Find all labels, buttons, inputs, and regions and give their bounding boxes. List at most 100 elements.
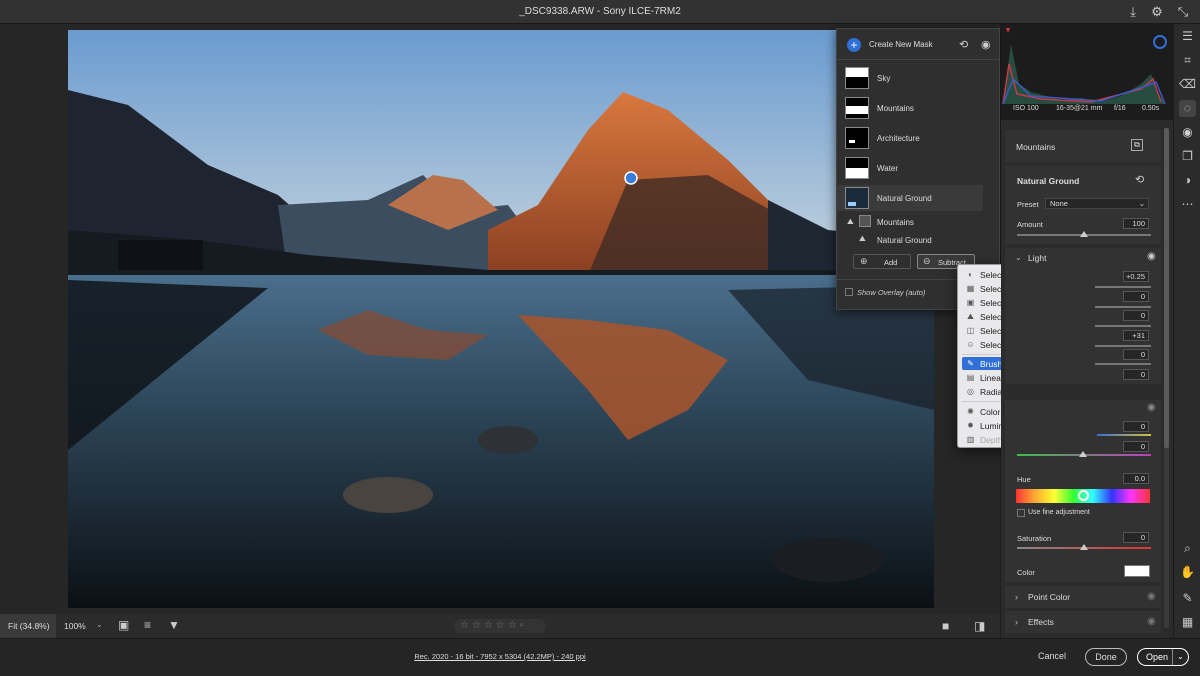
hue-bar[interactable]: [1016, 489, 1150, 503]
fit-zoom-button[interactable]: Fit (34.8%): [0, 614, 56, 638]
photo-preview[interactable]: [68, 30, 934, 608]
color-range-icon: ✺: [967, 407, 974, 416]
filter-icon[interactable]: ▼: [168, 618, 180, 632]
add-icon: ⊕: [860, 256, 868, 266]
saturation-knob[interactable]: [1080, 544, 1088, 550]
tint-value[interactable]: 0: [1123, 441, 1149, 452]
compare-icon[interactable]: ◨: [974, 619, 985, 633]
color-label: Color: [1017, 568, 1035, 577]
heal-icon[interactable]: ⌫: [1179, 76, 1196, 93]
light-header[interactable]: Light: [1028, 253, 1046, 263]
amount-label: Amount: [1017, 220, 1043, 229]
grid-icon[interactable]: ▦: [1179, 614, 1196, 631]
workflow-options-link[interactable]: Rec. 2020 - 16 bit - 7952 x 5304 (42.2MP…: [0, 652, 1000, 661]
highlights-value[interactable]: 0: [1123, 310, 1149, 321]
chevron-down-icon[interactable]: ⌄: [1015, 253, 1022, 262]
mask-thumbnail: [845, 187, 869, 209]
presets-icon[interactable]: ◑: [1179, 172, 1196, 189]
rating-stars[interactable]: ☆☆☆☆☆▫: [454, 619, 546, 633]
chevron-down-icon[interactable]: ⌄: [96, 620, 103, 629]
amount-knob[interactable]: [1080, 231, 1088, 237]
people-icon: ☺: [966, 340, 975, 349]
whites-value[interactable]: 0: [1123, 349, 1149, 360]
eye-icon[interactable]: ◉: [1147, 616, 1156, 627]
exposure-value[interactable]: +0.25: [1123, 271, 1149, 282]
sort-icon[interactable]: ≡: [144, 618, 151, 632]
sub-mask-natural-ground[interactable]: Natural Ground: [877, 236, 932, 245]
contrast-slider[interactable]: [1095, 306, 1151, 308]
hue-value[interactable]: 0.0: [1123, 473, 1149, 484]
open-button[interactable]: Open ⌄: [1137, 648, 1189, 666]
cancel-button[interactable]: Cancel: [1030, 648, 1074, 666]
mask-item-architecture[interactable]: Architecture: [845, 125, 920, 151]
component-settings: Natural Ground ⟲ Preset None ⌄ Amount 10…: [1005, 166, 1161, 244]
save-icon[interactable]: ⤓: [1125, 4, 1141, 20]
temp-slider[interactable]: [1097, 434, 1151, 436]
whites-slider[interactable]: [1095, 363, 1151, 365]
mask-item-water[interactable]: Water: [845, 155, 898, 181]
eye-icon[interactable]: ◉: [981, 38, 991, 51]
masking-icon[interactable]: ◌: [1179, 100, 1196, 117]
collapse-icon[interactable]: ⤡: [1175, 4, 1191, 20]
color-swatch[interactable]: [1124, 565, 1150, 577]
amount-value[interactable]: 100: [1123, 218, 1149, 229]
mask-label: Water: [877, 163, 899, 173]
zoom-100-button[interactable]: 100%: [64, 621, 86, 631]
fine-adjust-checkbox[interactable]: [1017, 509, 1025, 517]
zoom-icon[interactable]: ⌕: [1179, 540, 1196, 557]
highlights-slider[interactable]: [1095, 325, 1151, 327]
mask-item-mountains[interactable]: Mountains: [845, 95, 914, 121]
hand-icon[interactable]: ✋: [1179, 564, 1196, 581]
done-button[interactable]: Done: [1085, 648, 1127, 666]
show-overlay-checkbox[interactable]: [845, 288, 853, 296]
snapshots-icon[interactable]: ❐: [1179, 148, 1196, 165]
gear-icon[interactable]: ⚙: [1149, 4, 1165, 20]
plus-icon[interactable]: +: [847, 38, 861, 52]
create-new-mask-button[interactable]: Create New Mask: [869, 40, 933, 49]
temp-value[interactable]: 0: [1123, 421, 1149, 432]
before-after-icon[interactable]: ■: [942, 619, 949, 633]
eye-icon[interactable]: ◉: [1147, 591, 1156, 602]
edit-sliders-icon[interactable]: ☰: [1179, 28, 1196, 45]
chevron-right-icon: ›: [1015, 592, 1018, 602]
exposure-slider[interactable]: [1095, 286, 1151, 288]
point-color-header[interactable]: Point Color: [1028, 592, 1070, 602]
scrollbar-thumb[interactable]: [1164, 128, 1169, 448]
status-bar: Rec. 2020 - 16 bit - 7952 x 5304 (42.2MP…: [0, 638, 1200, 676]
crop-icon[interactable]: ⌗: [1179, 52, 1196, 69]
window-title: _DSC9338.ARW - Sony ILCE-7RM2: [519, 6, 681, 17]
preset-select[interactable]: None ⌄: [1045, 198, 1149, 209]
mask-item-natural-ground[interactable]: Natural Ground: [837, 185, 983, 211]
effects-header[interactable]: Effects: [1028, 617, 1054, 627]
saturation-value[interactable]: 0: [1123, 532, 1149, 543]
background-icon: ▣: [966, 298, 975, 307]
effects-section[interactable]: › Effects ◉: [1005, 611, 1161, 633]
eye-icon[interactable]: ◉: [1147, 402, 1156, 413]
component-icon: ⛰: [859, 234, 866, 243]
saturation-slider[interactable]: [1017, 544, 1151, 550]
mask-item-sky[interactable]: Sky: [845, 65, 890, 91]
reset-icon[interactable]: ⟲: [959, 38, 968, 51]
hue-handle[interactable]: [1078, 490, 1089, 501]
mask-thumbnail: [845, 157, 869, 179]
contrast-value[interactable]: 0: [1123, 291, 1149, 302]
mask-options-icon[interactable]: ⧉: [1131, 139, 1143, 151]
amount-slider[interactable]: [1017, 231, 1151, 237]
more-icon[interactable]: ⋯: [1179, 196, 1196, 213]
eye-icon[interactable]: ◉: [1147, 251, 1156, 262]
color-sampler-icon[interactable]: ✎: [1179, 590, 1196, 607]
tint-slider[interactable]: [1017, 451, 1151, 457]
shadows-slider[interactable]: [1095, 345, 1151, 347]
sub-mask-mountains[interactable]: Mountains: [877, 218, 914, 227]
shadows-value[interactable]: +31: [1123, 330, 1149, 341]
reset-icon[interactable]: ⟲: [1135, 173, 1144, 186]
point-color-section[interactable]: › Point Color ◉: [1005, 586, 1161, 608]
tint-knob[interactable]: [1079, 451, 1087, 457]
chevron-right-icon: ›: [1015, 617, 1018, 627]
red-eye-icon[interactable]: ◉: [1179, 124, 1196, 141]
radial-gradient-icon: ◎: [967, 387, 974, 396]
filmstrip-icon[interactable]: ▣: [118, 618, 129, 632]
add-button[interactable]: ⊕ Add: [853, 254, 911, 269]
blacks-value[interactable]: 0: [1123, 369, 1149, 380]
panel-scrollbar[interactable]: [1164, 128, 1169, 628]
